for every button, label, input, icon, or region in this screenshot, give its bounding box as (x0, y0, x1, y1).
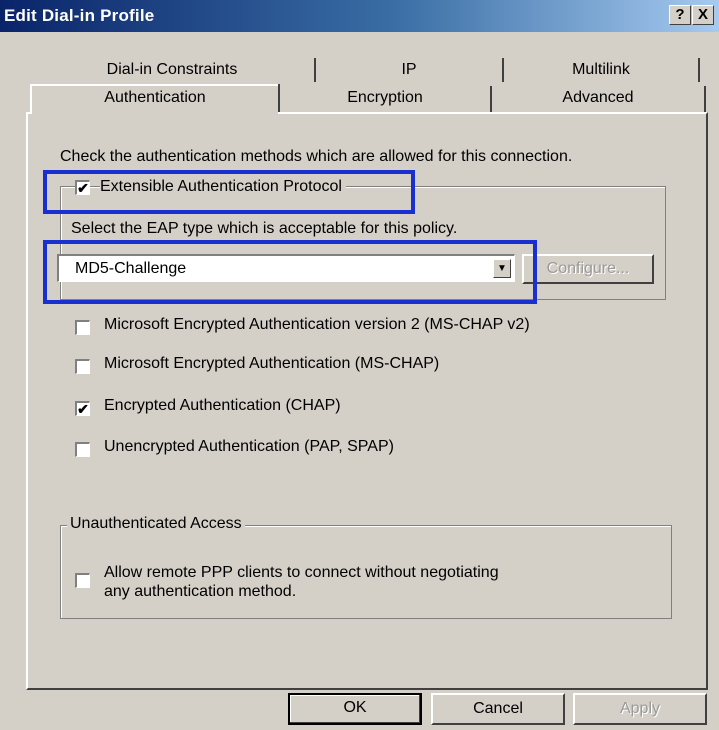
unauth-line-1: Allow remote PPP clients to connect with… (104, 564, 499, 581)
tab-authentication[interactable]: Authentication (30, 84, 278, 114)
tab-divider (698, 58, 700, 82)
close-icon: X (697, 6, 708, 23)
mschap-label: Microsoft Encrypted Authentication (MS-C… (104, 355, 440, 372)
mschapv2-checkbox[interactable] (75, 320, 90, 335)
mschapv2-label: Microsoft Encrypted Authentication versi… (104, 316, 530, 333)
tab-label: Dial-in Constraints (106, 61, 238, 78)
pap-checkbox[interactable] (75, 442, 90, 457)
tab-label: Encryption (347, 89, 423, 106)
tab-ip[interactable]: IP (316, 58, 502, 84)
mschap-checkbox[interactable] (75, 359, 90, 374)
unauth-checkbox[interactable] (75, 573, 90, 588)
tab-label: Multilink (572, 61, 630, 78)
eap-prompt: Select the EAP type which is acceptable … (71, 220, 458, 237)
close-button[interactable]: X (692, 5, 714, 25)
tab-label: Advanced (562, 89, 634, 106)
tab-label: IP (401, 61, 417, 78)
unauth-group-title: Unauthenticated Access (67, 515, 245, 533)
cancel-button[interactable]: Cancel (431, 693, 565, 725)
intro-text: Check the authentication methods which a… (60, 148, 573, 165)
apply-label: Apply (619, 700, 661, 717)
tab-label: Authentication (104, 89, 206, 106)
tab-advanced[interactable]: Advanced (492, 86, 704, 112)
title-bar[interactable]: Edit Dial-in Profile ? X (0, 0, 719, 32)
ok-button[interactable]: OK (288, 693, 422, 725)
cancel-label: Cancel (473, 700, 523, 717)
ok-label: OK (343, 699, 367, 716)
apply-button[interactable]: Apply (573, 693, 707, 725)
configure-label: Configure... (546, 260, 630, 277)
help-button[interactable]: ? (669, 5, 691, 25)
pap-label: Unencrypted Authentication (PAP, SPAP) (104, 438, 394, 455)
tab-divider (704, 86, 706, 112)
tab-encryption[interactable]: Encryption (280, 86, 490, 112)
highlight-box-eap (43, 170, 415, 214)
tab-dial-in-constraints[interactable]: Dial-in Constraints (30, 58, 314, 84)
checkmark-icon: ✔ (77, 401, 89, 417)
chap-checkbox[interactable]: ✔ (75, 401, 90, 416)
configure-button[interactable]: Configure... (522, 254, 654, 284)
dialog-window: Edit Dial-in Profile ? X Dial-in Constra… (0, 0, 719, 730)
chap-label: Encrypted Authentication (CHAP) (104, 397, 341, 414)
help-icon: ? (675, 6, 685, 23)
window-title: Edit Dial-in Profile (4, 6, 155, 25)
unauth-line-2: any authentication method. (104, 583, 297, 600)
tab-multilink[interactable]: Multilink (504, 58, 698, 84)
highlight-box-eap-type (43, 240, 537, 304)
